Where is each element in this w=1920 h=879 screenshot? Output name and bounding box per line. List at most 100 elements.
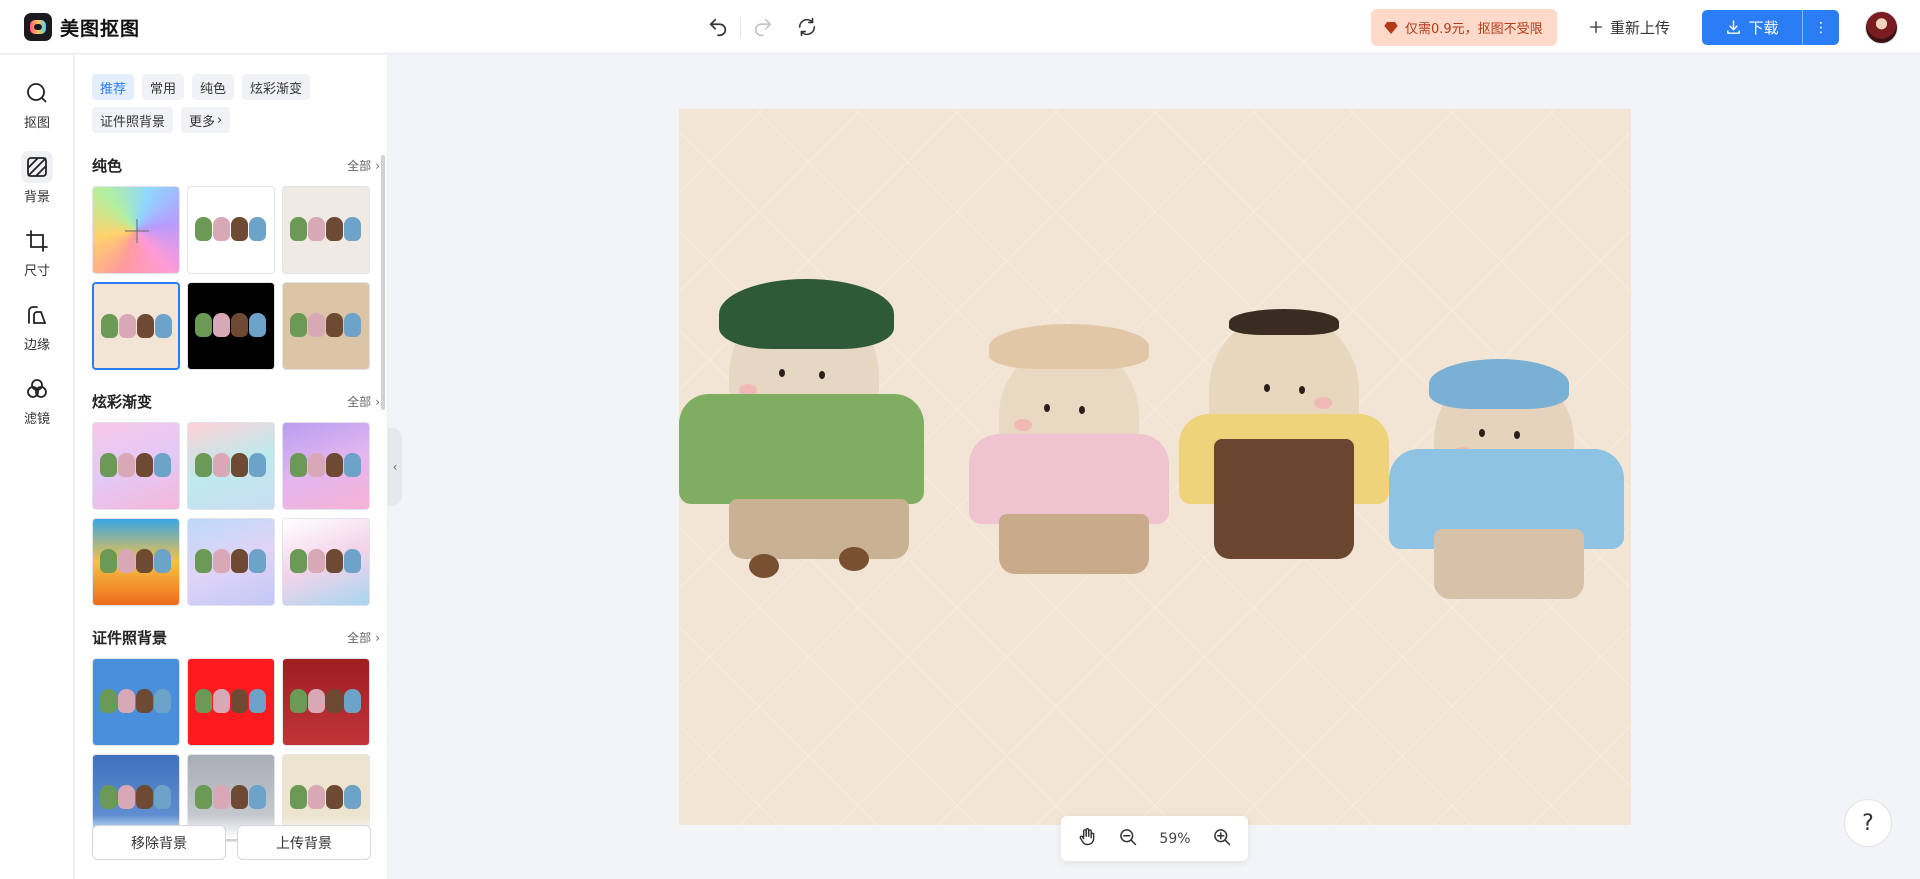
id-photo-tile[interactable] [282,658,370,746]
hand-tool-button[interactable] [1077,827,1097,851]
diamond-icon [1384,21,1398,34]
zoom-level: 59% [1159,830,1191,847]
app-title: 美图抠图 [60,17,141,40]
swatch-tile[interactable] [282,186,370,274]
section-all-link[interactable]: 全部 › [347,157,380,174]
subject-thumbnail [100,689,171,713]
reupload-label: 重新上传 [1610,18,1671,37]
upload-background-button[interactable]: 上传背景 [237,825,371,860]
subject-thumbnail [195,217,266,241]
logo-icon [24,13,52,41]
subject-thumbnail [290,785,361,809]
history-controls [696,12,829,42]
rail-item-filter[interactable]: 滤镜 [0,373,74,427]
gradient-tile[interactable] [187,422,275,510]
chevron-right-icon: › [375,630,380,645]
gradient-grid [92,422,370,606]
section-all-link[interactable]: 全部 › [347,629,380,646]
undo-button[interactable] [703,12,733,42]
subject-thumbnail [290,549,361,573]
plush-blue [1379,359,1629,619]
rail-label-edge: 边缘 [23,338,50,353]
chip-id-photo[interactable]: 证件照背景 [92,107,174,133]
promo-banner[interactable]: 仅需0.9元，抠图不受限 [1371,9,1557,46]
editor-canvas[interactable] [679,109,1631,825]
swatch-tile[interactable] [187,282,275,370]
subject-thumbnail [290,313,361,337]
chip-more-label: 更多 [189,114,216,130]
gradient-tile[interactable] [92,518,180,606]
chip-common[interactable]: 常用 [142,74,185,100]
chevron-left-icon: ‹ [392,460,398,474]
zoom-out-button[interactable] [1118,827,1138,851]
solid-grid [92,186,370,370]
filter-icon [21,373,53,405]
rail-item-cutout[interactable]: 抠图 [0,77,74,131]
hand-icon [1080,827,1095,845]
more-vertical-icon: ⋮ [1814,19,1828,36]
redo-button[interactable] [748,12,778,42]
gradient-tile[interactable] [92,422,180,510]
top-bar: 美图抠图 仅需0.9元，抠图不受限 重新上传 下载 ⋮ [0,0,1920,54]
subject-thumbnail [290,689,361,713]
gradient-tile[interactable] [187,518,275,606]
id-photo-tile[interactable] [92,658,180,746]
rail-item-size[interactable]: 尺寸 [0,225,74,279]
redo-icon [754,18,772,37]
crop-icon [21,225,53,257]
panel-scrollbar[interactable] [381,155,385,410]
undo-icon [709,18,727,37]
section-gradient-header: 炫彩渐变 全部 › [92,391,380,412]
subject-thumbnail [290,217,361,241]
rail-label-cutout: 抠图 [23,116,50,131]
app-logo[interactable]: 美图抠图 [24,13,140,41]
zoom-out-icon [1120,828,1137,845]
promo-text: 仅需0.9元，抠图不受限 [1405,22,1543,37]
collapse-panel-button[interactable]: ‹ [388,428,402,506]
plus-icon [125,219,149,243]
download-button[interactable]: 下载 [1702,10,1802,45]
download-icon [1727,20,1741,34]
section-solid-header: 纯色 全部 › [92,155,380,176]
panel-actions: 移除背景 上传背景 [92,825,371,860]
plus-icon [1590,21,1602,33]
background-panel: 推荐 常用 纯色 炫彩渐变 证件照背景 更多 › 纯色 全部 › 炫彩渐变 全部… [75,55,388,879]
edge-icon [21,299,53,331]
avatar[interactable] [1865,11,1898,44]
id-photo-tile[interactable] [187,658,275,746]
subject-thumbnail [195,689,266,713]
chip-gradient[interactable]: 炫彩渐变 [242,74,311,100]
swatch-tile[interactable] [282,282,370,370]
swatch-tile-selected[interactable] [92,282,180,370]
refresh-button[interactable] [792,12,822,42]
background-icon [21,151,53,183]
section-id-photo-header: 证件照背景 全部 › [92,627,380,648]
history-divider [740,17,741,37]
chip-recommended[interactable]: 推荐 [92,74,135,100]
gradient-tile[interactable] [282,518,370,606]
color-picker-tile[interactable] [92,186,180,274]
swatch-tile[interactable] [187,186,275,274]
subject-thumbnail [195,453,266,477]
download-group: 下载 ⋮ [1702,10,1839,45]
chip-more[interactable]: 更多 › [181,107,231,133]
all-label: 全部 [347,159,372,173]
chip-solid[interactable]: 纯色 [192,74,235,100]
tool-rail: 抠图 背景 尺寸 边缘 滤镜 [0,55,74,879]
gradient-tile[interactable] [282,422,370,510]
section-title: 纯色 [92,157,123,175]
download-more-button[interactable]: ⋮ [1803,10,1839,45]
all-label: 全部 [347,631,372,645]
rail-item-background[interactable]: 背景 [0,151,74,205]
zoom-in-icon [1213,828,1230,845]
help-button[interactable]: ? [1844,799,1892,847]
subject-thumbnail [195,785,266,809]
plush-green [679,279,939,599]
remove-background-button[interactable]: 移除背景 [92,825,226,860]
zoom-in-button[interactable] [1212,827,1232,851]
reupload-button[interactable]: 重新上传 [1588,12,1670,42]
section-all-link[interactable]: 全部 › [347,393,380,410]
help-icon: ? [1862,810,1874,836]
rail-label-size: 尺寸 [23,264,50,279]
rail-item-edge[interactable]: 边缘 [0,299,74,353]
